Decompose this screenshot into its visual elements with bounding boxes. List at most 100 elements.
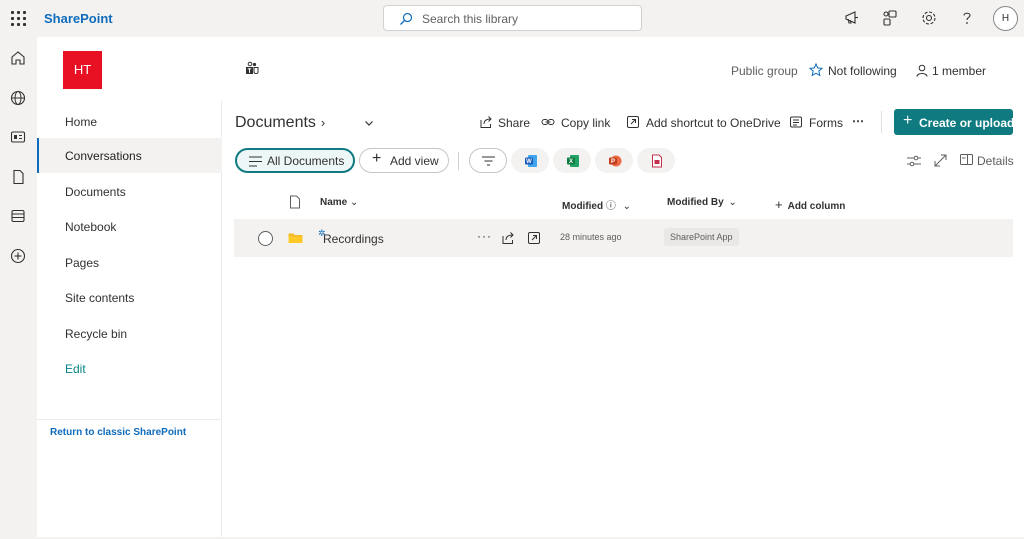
file-name-link[interactable]: Recordings: [323, 232, 384, 246]
search-placeholder: Search this library: [422, 12, 519, 26]
column-header-modified-by[interactable]: Modified By ⌄: [667, 197, 737, 208]
add-icon: +: [372, 150, 382, 167]
nav-item-documents[interactable]: Documents: [37, 174, 222, 209]
gear-icon[interactable]: [920, 9, 938, 27]
expand-icon[interactable]: [934, 154, 947, 167]
nav-item-pages[interactable]: Pages: [37, 245, 222, 280]
copy-link-label: Copy link: [561, 116, 611, 130]
chevron-down-icon[interactable]: [363, 117, 375, 129]
copy-link-button[interactable]: Copy link: [541, 113, 613, 133]
return-to-classic-link[interactable]: Return to classic SharePoint: [50, 427, 186, 438]
view-all-documents-label: All Documents: [267, 154, 345, 168]
share-button[interactable]: Share: [479, 113, 531, 133]
nav-item-label: Home: [65, 115, 98, 129]
column-header-name[interactable]: Name ⌄: [320, 197, 358, 208]
nav-item-notebook[interactable]: Notebook: [37, 209, 222, 244]
more-commands-button[interactable]: ⋯: [852, 113, 868, 133]
list-icon[interactable]: [10, 208, 26, 224]
add-shortcut-button[interactable]: Add shortcut to OneDrive: [626, 113, 781, 133]
details-pane-icon: [960, 154, 973, 165]
group-type-label: Public group: [731, 64, 798, 78]
customize-icon[interactable]: [907, 154, 921, 168]
pill-divider: [458, 152, 459, 170]
add-column-button[interactable]: + Add column: [775, 197, 845, 212]
modified-value: 28 minutes ago: [560, 232, 622, 242]
link-icon: [541, 119, 555, 125]
column-name-label: Name: [320, 197, 348, 208]
word-icon: W: [525, 155, 537, 167]
share-label: Share: [498, 116, 531, 130]
filter-icon: [482, 156, 495, 166]
pdf-icon: [652, 154, 662, 168]
app-launcher-icon[interactable]: [9, 9, 27, 27]
help-icon[interactable]: [958, 9, 976, 27]
column-modified-label: Modified: [562, 201, 604, 212]
shortcut-icon: [627, 116, 639, 128]
news-icon[interactable]: [10, 129, 26, 145]
folder-icon: [288, 233, 303, 243]
add-view-button[interactable]: + Add view: [359, 148, 449, 173]
person-icon: [916, 64, 928, 77]
suite-bar: SharePoint Search this library H: [0, 0, 1024, 37]
add-view-label: Add view: [390, 154, 439, 168]
pdf-filter-button[interactable]: [637, 148, 675, 173]
filter-button[interactable]: [469, 148, 507, 173]
globe-icon[interactable]: [10, 90, 26, 106]
nav-item-label: Notebook: [65, 220, 117, 234]
nav-item-home[interactable]: Home: [37, 104, 222, 139]
chevron-down-icon: ⌄: [350, 197, 359, 208]
row-select-radio[interactable]: [258, 231, 273, 246]
share-icon[interactable]: [501, 231, 515, 245]
site-logo[interactable]: HT: [63, 51, 102, 89]
excel-filter-button[interactable]: X: [553, 148, 591, 173]
svg-text:X: X: [569, 159, 573, 165]
nav-item-recycle-bin[interactable]: Recycle bin: [37, 316, 222, 351]
column-header-modified[interactable]: Modified ⓘ ⌄: [562, 197, 631, 212]
add-circle-icon[interactable]: [10, 248, 26, 264]
nav-item-site-contents[interactable]: Site contents: [37, 280, 222, 315]
star-icon: [809, 63, 823, 77]
megaphone-icon[interactable]: [843, 9, 861, 27]
shortcut-icon[interactable]: [527, 231, 541, 245]
nav-item-label: Edit: [65, 362, 86, 376]
row-more-actions-button[interactable]: ···: [477, 229, 492, 243]
modified-by-badge[interactable]: SharePoint App: [664, 228, 739, 246]
create-or-upload-label: Create or upload: [919, 116, 1015, 130]
list-header: Name ⌄ Modified ⓘ ⌄ Modified By ⌄ + Add c…: [234, 188, 1013, 218]
left-navigation: Home Conversations Documents Notebook Pa…: [37, 101, 222, 537]
word-filter-button[interactable]: W: [511, 148, 549, 173]
teams-icon[interactable]: [244, 61, 260, 77]
view-all-documents[interactable]: All Documents: [235, 148, 355, 173]
more-commands-label: ⋯: [852, 114, 864, 128]
avatar[interactable]: H: [993, 6, 1018, 31]
excel-icon: X: [567, 155, 579, 167]
follow-label: Not following: [828, 64, 897, 78]
search-box[interactable]: Search this library: [383, 5, 642, 31]
forms-button[interactable]: Forms: [789, 113, 844, 133]
brand-label[interactable]: SharePoint: [44, 11, 113, 26]
breadcrumb-chevron-icon: ›: [320, 115, 326, 130]
table-row[interactable]: ✲ Recordings ··· 28 minutes ago SharePoi…: [234, 219, 1013, 257]
nav-edit-link[interactable]: Edit: [37, 351, 222, 386]
share-icon: [480, 116, 492, 128]
add-shortcut-label: Add shortcut to OneDrive: [646, 116, 781, 130]
create-or-upload-button[interactable]: + Create or upload: [894, 109, 1015, 135]
nav-item-label: Recycle bin: [65, 327, 128, 341]
svg-text:P: P: [611, 159, 615, 165]
chevron-down-icon: ⌄: [622, 201, 632, 212]
home-icon[interactable]: [10, 50, 26, 66]
file-type-icon[interactable]: [289, 195, 301, 209]
apps-connect-icon[interactable]: [881, 9, 899, 27]
nav-item-label: Documents: [65, 185, 126, 199]
forms-icon: [790, 116, 802, 128]
info-icon: ⓘ: [605, 201, 616, 212]
add-column-label: Add column: [787, 201, 846, 212]
members-label: 1 member: [932, 64, 987, 78]
details-label: Details: [977, 154, 1014, 168]
app-bar: [0, 37, 37, 539]
document-icon[interactable]: [10, 169, 26, 185]
nav-item-label: Site contents: [65, 291, 135, 305]
nav-item-conversations[interactable]: Conversations: [37, 138, 222, 173]
powerpoint-filter-button[interactable]: P: [595, 148, 633, 173]
library-title[interactable]: Documents ›: [235, 114, 325, 132]
